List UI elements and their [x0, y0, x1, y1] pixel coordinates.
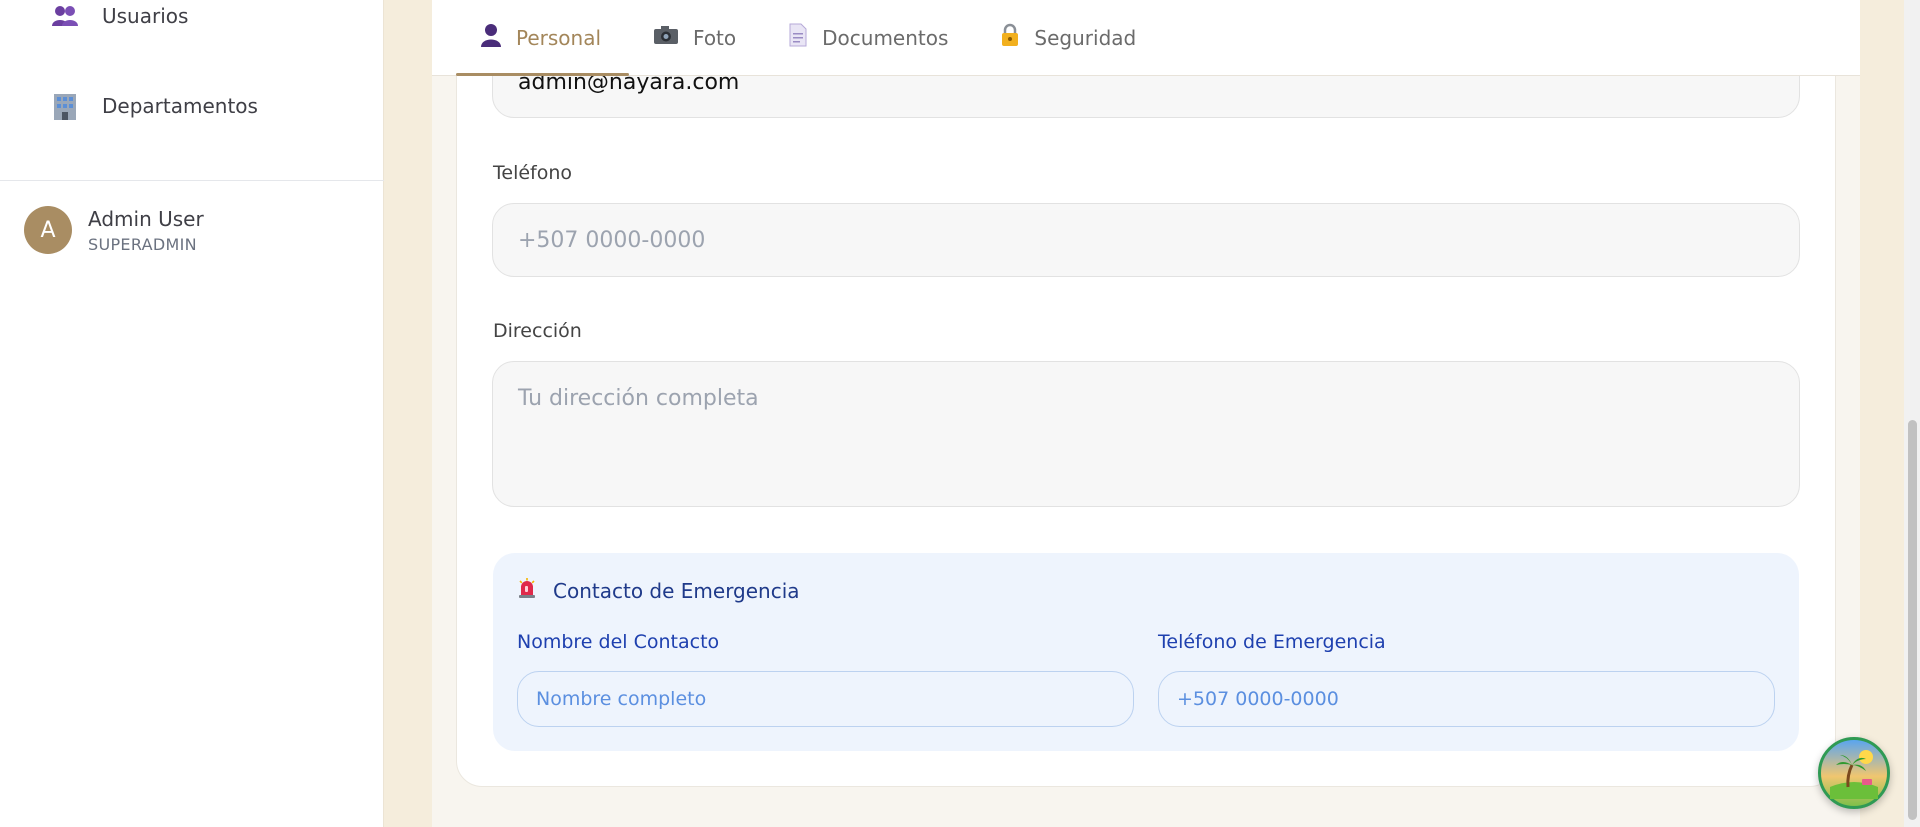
building-icon: [50, 91, 80, 121]
sidebar-item-usuarios[interactable]: Usuarios: [50, 0, 188, 36]
phone-field[interactable]: [492, 203, 1800, 277]
avatar: A: [24, 206, 72, 254]
address-field[interactable]: [492, 361, 1800, 507]
contact-name-field[interactable]: [517, 671, 1134, 727]
sidebar-item-label: Usuarios: [102, 4, 189, 28]
tab-label: Documentos: [822, 25, 949, 50]
tab-label: Personal: [516, 25, 602, 50]
tab-seguridad[interactable]: Seguridad: [976, 0, 1164, 75]
tab-documentos[interactable]: Documentos: [764, 0, 976, 75]
emergency-phone-field[interactable]: [1158, 671, 1775, 727]
sidebar-item-departamentos[interactable]: Departamentos: [50, 86, 258, 126]
sidebar-item-label: Departamentos: [102, 94, 258, 118]
profile-tabs: Personal Foto Documentos Seguridad: [432, 0, 1860, 76]
person-icon: [480, 23, 502, 52]
tab-personal[interactable]: Personal: [456, 0, 630, 76]
users-icon: [50, 1, 80, 31]
tab-label: Foto: [693, 25, 737, 50]
phone-label: Teléfono: [493, 162, 573, 184]
user-role: SUPERADMIN: [88, 234, 197, 254]
address-label: Dirección: [493, 320, 582, 342]
user-profile[interactable]: A Admin User SUPERADMIN: [24, 206, 204, 254]
palm-island-icon: [1826, 743, 1882, 803]
scrollbar-thumb[interactable]: [1908, 420, 1917, 820]
emergency-contact-section: Contacto de Emergencia Nombre del Contac…: [493, 553, 1799, 751]
camera-icon: [653, 25, 679, 50]
emergency-title-text: Contacto de Emergencia: [553, 578, 800, 603]
contact-name-label: Nombre del Contacto: [517, 631, 720, 653]
emergency-phone-label: Teléfono de Emergencia: [1158, 631, 1386, 653]
tab-label: Seguridad: [1034, 25, 1137, 50]
siren-icon: [517, 577, 537, 604]
user-name: Admin User: [88, 206, 204, 231]
sidebar-divider: [0, 180, 384, 181]
assistant-fab-button[interactable]: [1818, 737, 1890, 809]
tab-foto[interactable]: Foto: [629, 0, 764, 75]
sidebar: Usuarios Departamentos A Admin User SUPE…: [0, 0, 384, 827]
document-icon: [788, 23, 808, 52]
lock-icon: [1000, 23, 1020, 52]
emergency-title: Contacto de Emergencia: [517, 577, 800, 604]
